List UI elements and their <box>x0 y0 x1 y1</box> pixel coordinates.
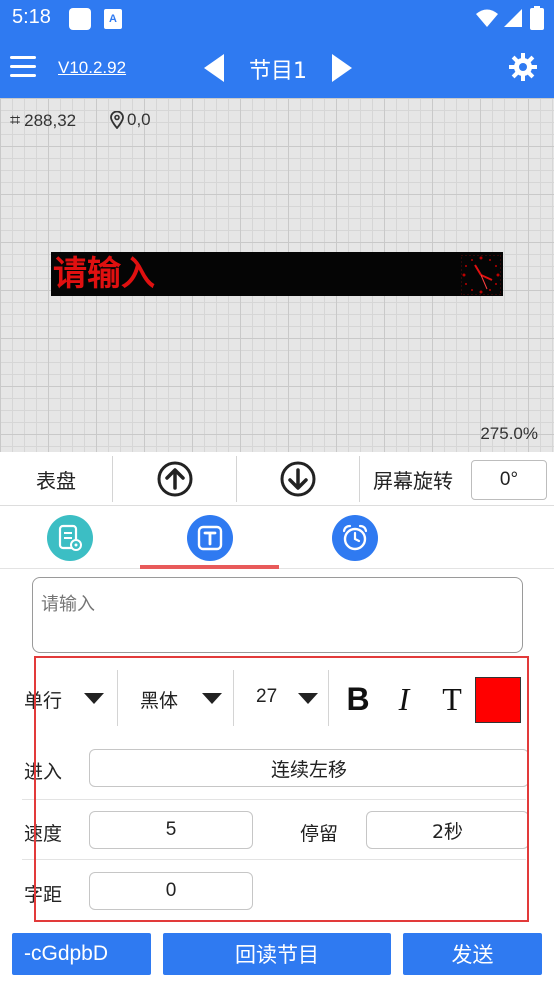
rotation-value-field[interactable]: 0° <box>471 460 547 500</box>
chevron-down-icon <box>202 693 222 704</box>
grid-icon: ⌗ <box>10 110 21 130</box>
move-up-button[interactable] <box>113 452 236 506</box>
previous-program-icon[interactable] <box>204 54 226 82</box>
tab-text[interactable] <box>140 507 280 569</box>
readback-program-button[interactable]: 回读节目 <box>163 933 391 975</box>
device-button[interactable]: -cGdpbD <box>12 933 151 975</box>
location-pin-icon <box>110 111 124 129</box>
wifi-icon <box>476 9 498 27</box>
enter-label: 进入 <box>24 761 63 783</box>
battery-icon <box>530 6 544 30</box>
font-dropdown[interactable]: 黑体 <box>118 668 232 728</box>
property-tabs <box>0 507 554 569</box>
stay-field[interactable]: 2秒 <box>366 811 529 849</box>
enter-effect-row: 进入 连续左移 <box>22 740 529 800</box>
text-color-swatch[interactable] <box>475 677 521 723</box>
status-time: 5:18 <box>12 6 51 28</box>
spacing-label: 字距 <box>24 884 63 906</box>
next-program-icon[interactable] <box>330 54 352 82</box>
italic-button[interactable]: I <box>384 678 424 720</box>
tab-program-settings[interactable] <box>0 507 140 569</box>
stay-label: 停留 <box>300 823 339 845</box>
text-format-icon <box>187 515 233 561</box>
led-screen-preview[interactable]: 请输入 <box>51 252 503 296</box>
led-preview-text: 请输入 <box>53 254 155 294</box>
app-root: 5:18 A V10.2.92 节目1 ⌗ 288,32 0,0 请输入 275… <box>0 0 554 984</box>
document-settings-icon <box>47 515 93 561</box>
action-row: 表盘 屏幕旋转 0° <box>0 452 554 506</box>
alarm-clock-icon <box>332 515 378 561</box>
arrow-up-circle-icon <box>157 461 192 497</box>
chevron-down-icon <box>84 693 104 704</box>
spacing-field[interactable]: 0 <box>89 872 253 910</box>
line-mode-value: 单行 <box>24 690 63 712</box>
font-name-value: 黑体 <box>140 690 179 712</box>
speed-stay-row: 速度 5 停留 2秒 <box>22 800 529 860</box>
move-down-button[interactable] <box>237 452 359 506</box>
dial-button[interactable]: 表盘 <box>0 452 112 506</box>
send-button[interactable]: 发送 <box>403 933 542 975</box>
device-label: -cGdpbD <box>24 942 109 965</box>
dial-label: 表盘 <box>36 468 76 493</box>
notification-app-icon: A <box>104 9 122 29</box>
top-toolbar: V10.2.92 节目1 <box>0 38 554 98</box>
clock-dial-icon[interactable] <box>461 255 501 295</box>
readback-label: 回读节目 <box>235 943 319 967</box>
position-value: 0,0 <box>127 110 151 129</box>
arrow-down-circle-icon <box>280 461 316 497</box>
active-tab-indicator <box>140 565 279 569</box>
version-link[interactable]: V10.2.92 <box>58 58 126 78</box>
gear-icon[interactable] <box>508 52 538 82</box>
signal-icon <box>504 9 522 27</box>
notification-square-icon <box>69 8 91 30</box>
line-mode-dropdown[interactable]: 单行 <box>22 668 117 728</box>
grid-size-readout: ⌗ 288,32 <box>10 110 76 131</box>
speed-field[interactable]: 5 <box>89 811 253 849</box>
send-label: 发送 <box>451 943 494 967</box>
font-size-dropdown[interactable]: 27 <box>234 668 328 728</box>
status-bar: 5:18 A <box>0 0 554 38</box>
grid-size-value: 288,32 <box>24 110 77 130</box>
tab-clock[interactable] <box>285 507 425 569</box>
menu-icon[interactable] <box>10 56 38 80</box>
content-text-input[interactable] <box>32 577 523 653</box>
screen-rotation-label: 屏幕旋转 <box>360 452 466 506</box>
enter-effect-field[interactable]: 连续左移 <box>89 749 529 787</box>
zoom-level: 275.0% <box>480 424 538 443</box>
divider <box>328 670 329 726</box>
chevron-down-icon <box>298 693 318 704</box>
screen-rotation-text: 屏幕旋转 <box>373 468 453 493</box>
spacing-row: 字距 0 <box>22 860 526 922</box>
text-style-button[interactable]: T <box>432 678 472 720</box>
speed-label: 速度 <box>24 823 63 845</box>
bold-button[interactable]: B <box>338 678 378 720</box>
font-size-value: 27 <box>256 686 278 707</box>
format-row: 单行 黑体 27 B I T <box>22 668 526 730</box>
layout-canvas[interactable]: ⌗ 288,32 0,0 请输入 275.0% <box>0 98 554 452</box>
program-title: 节目1 <box>249 59 307 84</box>
position-readout: 0,0 <box>110 110 151 130</box>
